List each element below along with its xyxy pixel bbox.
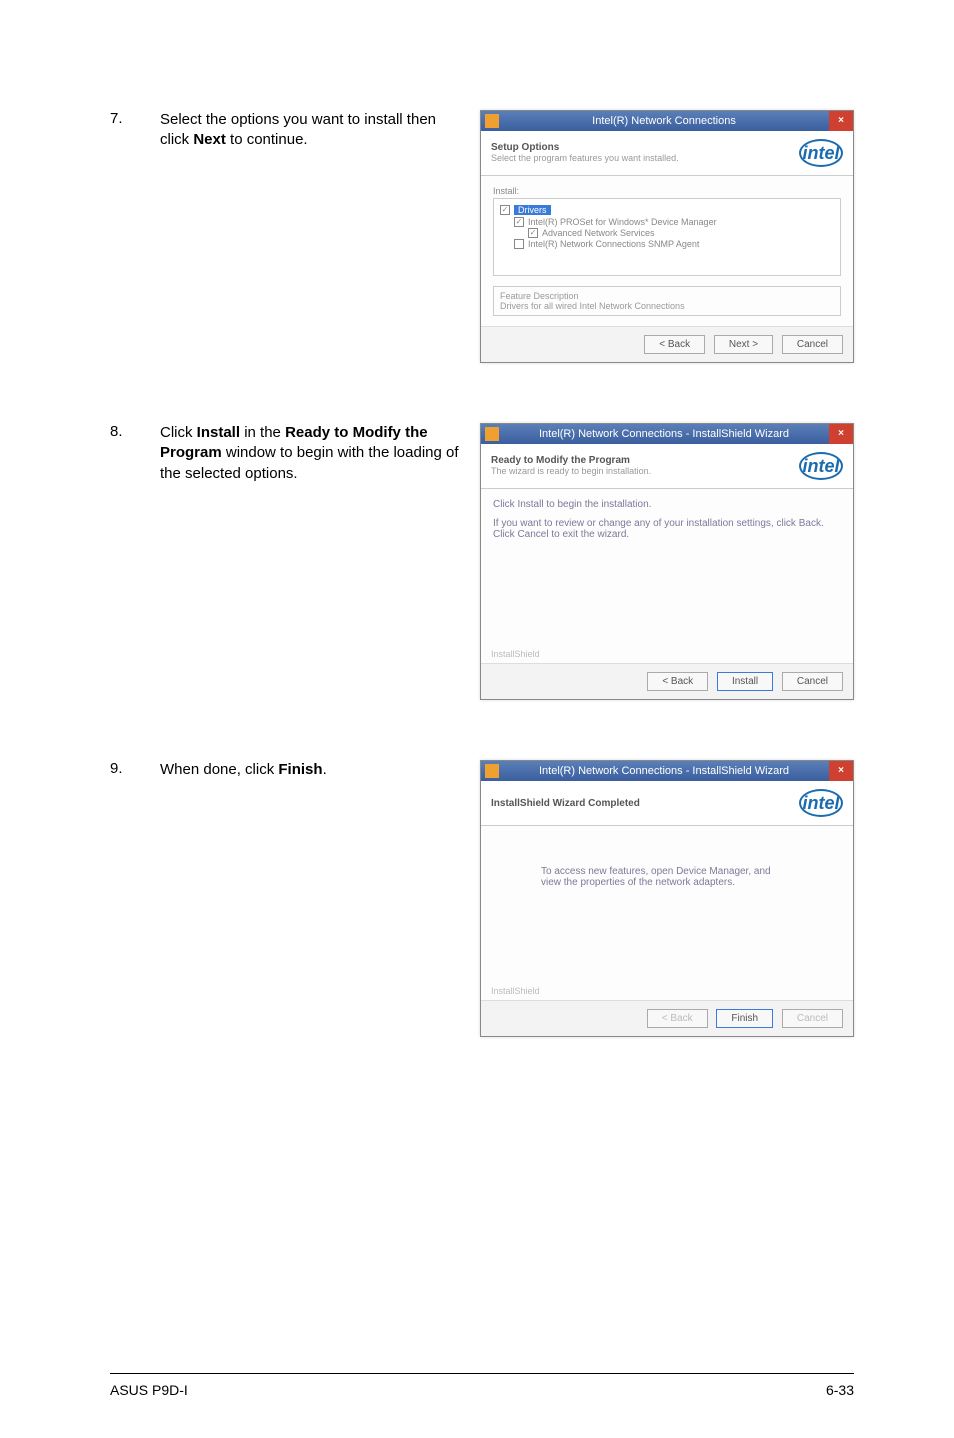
close-icon[interactable]: ×: [829, 111, 853, 131]
screenshot-setup-options: Intel(R) Network Connections × Setup Opt…: [480, 110, 854, 363]
screenshot-ready-modify: Intel(R) Network Connections - InstallSh…: [480, 423, 854, 700]
feature-description: Feature Description Drivers for all wire…: [493, 286, 841, 316]
feature-tree[interactable]: ✓Drivers ✓Intel(R) PROSet for Windows* D…: [493, 198, 841, 276]
step-text: When done, click Finish.: [160, 760, 480, 780]
body-line: Click Install to begin the installation.: [493, 499, 841, 510]
intel-logo: intel: [799, 139, 843, 167]
back-button[interactable]: < Back: [644, 335, 705, 354]
dialog-header: Ready to Modify the Program The wizard i…: [481, 444, 853, 489]
installshield-label: InstallShield: [481, 649, 853, 663]
step-number: 8.: [110, 423, 160, 440]
cancel-button[interactable]: Cancel: [782, 672, 843, 691]
dialog-header: InstallShield Wizard Completed intel: [481, 781, 853, 826]
back-button: < Back: [647, 1009, 708, 1028]
intel-logo: intel: [799, 789, 843, 817]
app-icon: [485, 114, 499, 128]
body-line: If you want to review or change any of y…: [493, 518, 841, 540]
next-button[interactable]: Next >: [714, 335, 773, 354]
cancel-button: Cancel: [782, 1009, 843, 1028]
step-text: Click Install in the Ready to Modify the…: [160, 423, 480, 484]
header-title: Ready to Modify the Program: [491, 455, 651, 466]
titlebar: Intel(R) Network Connections - InstallSh…: [481, 761, 853, 781]
checkbox-icon[interactable]: ✓: [514, 217, 524, 227]
titlebar: Intel(R) Network Connections ×: [481, 111, 853, 131]
footer-right: 6-33: [826, 1382, 854, 1398]
checkbox-icon[interactable]: ✓: [500, 205, 510, 215]
page-footer: ASUS P9D-I 6-33: [110, 1373, 854, 1398]
back-button[interactable]: < Back: [647, 672, 708, 691]
tree-item[interactable]: Intel(R) Network Connections SNMP Agent: [528, 239, 699, 249]
step-number: 7.: [110, 110, 160, 127]
checkbox-icon[interactable]: ✓: [528, 228, 538, 238]
header-title: Setup Options: [491, 142, 679, 153]
cancel-button[interactable]: Cancel: [782, 335, 843, 354]
tree-item-drivers[interactable]: Drivers: [514, 205, 551, 215]
completion-text: To access new features, open Device Mana…: [541, 866, 793, 888]
step-7: 7. Select the options you want to instal…: [110, 110, 854, 363]
window-title: Intel(R) Network Connections - InstallSh…: [499, 428, 829, 440]
install-label: Install:: [493, 186, 841, 196]
tree-item[interactable]: Intel(R) PROSet for Windows* Device Mana…: [528, 217, 717, 227]
step-number: 9.: [110, 760, 160, 777]
header-title: InstallShield Wizard Completed: [491, 798, 640, 809]
checkbox-icon[interactable]: [514, 239, 524, 249]
window-title: Intel(R) Network Connections - InstallSh…: [499, 765, 829, 777]
step-8: 8. Click Install in the Ready to Modify …: [110, 423, 854, 700]
footer-left: ASUS P9D-I: [110, 1382, 188, 1398]
header-subtitle: The wizard is ready to begin installatio…: [491, 466, 651, 476]
finish-button[interactable]: Finish: [716, 1009, 773, 1028]
installshield-label: InstallShield: [481, 986, 853, 1000]
intel-logo: intel: [799, 452, 843, 480]
app-icon: [485, 764, 499, 778]
step-text: Select the options you want to install t…: [160, 110, 480, 151]
tree-item[interactable]: Advanced Network Services: [542, 228, 655, 238]
dialog-header: Setup Options Select the program feature…: [481, 131, 853, 176]
titlebar: Intel(R) Network Connections - InstallSh…: [481, 424, 853, 444]
window-title: Intel(R) Network Connections: [499, 115, 829, 127]
header-subtitle: Select the program features you want ins…: [491, 153, 679, 163]
screenshot-completed: Intel(R) Network Connections - InstallSh…: [480, 760, 854, 1037]
close-icon[interactable]: ×: [829, 761, 853, 781]
close-icon[interactable]: ×: [829, 424, 853, 444]
install-button[interactable]: Install: [717, 672, 773, 691]
step-9: 9. When done, click Finish. Intel(R) Net…: [110, 760, 854, 1037]
app-icon: [485, 427, 499, 441]
